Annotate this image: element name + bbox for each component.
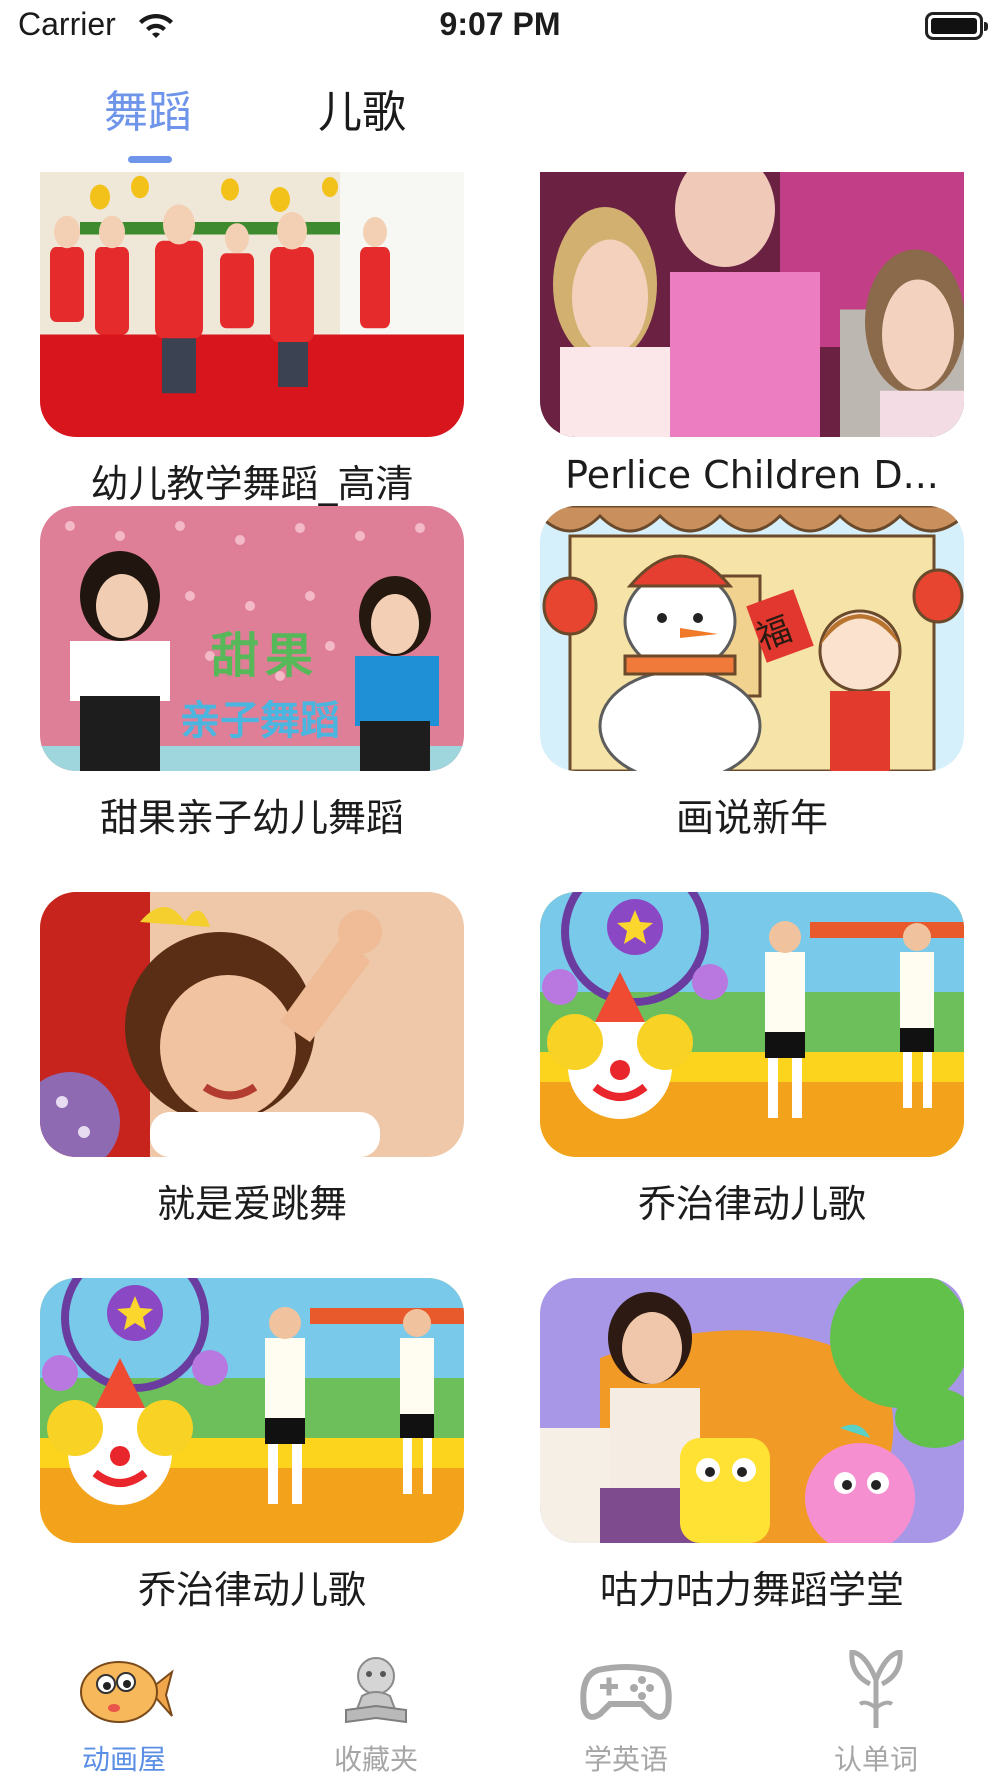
- guli-dance-image: [540, 1278, 964, 1543]
- video-thumbnail[interactable]: [40, 892, 464, 1157]
- video-card[interactable]: 幼儿教学舞蹈_高清: [40, 172, 464, 508]
- thumbnail-overlay-text: 甜果 亲子舞蹈: [180, 616, 340, 746]
- active-tab-indicator: [128, 156, 172, 163]
- tabbar-item-words[interactable]: 认单词: [796, 1649, 956, 1778]
- video-title: 画说新年: [675, 796, 828, 840]
- video-card[interactable]: 福 画说新年: [540, 506, 964, 842]
- tabbar-label: 动画屋: [81, 1743, 166, 1776]
- video-card[interactable]: 乔治律动儿歌: [540, 892, 964, 1228]
- overlay-line-1: 甜果: [210, 628, 319, 684]
- video-card[interactable]: Perlice Children D...: [540, 172, 964, 497]
- video-card[interactable]: 就是爱跳舞: [40, 892, 464, 1228]
- reading-child-icon: [345, 1657, 407, 1724]
- video-title: 就是爱跳舞: [156, 1182, 347, 1226]
- video-thumbnail[interactable]: [40, 172, 464, 437]
- video-thumbnail[interactable]: [40, 1278, 464, 1543]
- snowman-new-year-image: [540, 506, 964, 771]
- ballet-girls-image: [540, 172, 964, 437]
- clown-dance-image: [40, 1278, 464, 1543]
- video-thumbnail[interactable]: [540, 172, 964, 437]
- video-card[interactable]: 乔治律动儿歌: [40, 1278, 464, 1614]
- video-title: 甜果亲子幼儿舞蹈: [99, 796, 404, 840]
- tabbar-item-learn-english[interactable]: 学英语: [546, 1650, 706, 1778]
- clown-dance-image: [540, 892, 964, 1157]
- category-tabs: 舞蹈 儿歌: [0, 76, 1000, 166]
- clock: 9:07 PM: [439, 6, 561, 42]
- video-title: 乔治律动儿歌: [137, 1568, 366, 1612]
- status-bar: Carrier 9:07 PM: [0, 0, 1000, 56]
- video-thumbnail[interactable]: 甜果 亲子舞蹈: [40, 506, 464, 771]
- video-thumbnail[interactable]: [540, 1278, 964, 1543]
- video-title: Perlice Children D...: [565, 453, 939, 497]
- tabbar-label: 学英语: [583, 1743, 668, 1776]
- video-title: 乔治律动儿歌: [637, 1182, 866, 1226]
- tabbar-label: 认单词: [833, 1743, 918, 1776]
- battery-icon: [925, 12, 988, 40]
- video-card[interactable]: 甜果 亲子舞蹈 甜果亲子幼儿舞蹈: [40, 506, 464, 842]
- tabbar-label: 收藏夹: [333, 1743, 418, 1776]
- tabbar-item-favorites[interactable]: 收藏夹: [296, 1650, 456, 1778]
- video-thumbnail[interactable]: 福: [540, 506, 964, 771]
- tab-songs[interactable]: 儿歌: [318, 76, 406, 140]
- video-thumbnail[interactable]: [540, 892, 964, 1157]
- fish-icon: [80, 1661, 174, 1723]
- woman-dancing-image: [40, 892, 464, 1157]
- tab-dance[interactable]: 舞蹈: [104, 76, 192, 140]
- tabbar-item-cartoon-house[interactable]: 动画屋: [44, 1650, 204, 1778]
- video-title: 幼儿教学舞蹈_高清: [90, 462, 414, 506]
- gamepad-icon: [580, 1664, 672, 1720]
- sprout-icon: [849, 1649, 903, 1728]
- bottom-tab-bar: 动画屋 收藏夹 学英语 认单词: [0, 1649, 1000, 1778]
- overlay-line-2: 亲子舞蹈: [180, 698, 340, 744]
- kids-dancing-image: [40, 172, 464, 437]
- video-title: 咕力咕力舞蹈学堂: [599, 1568, 904, 1612]
- video-card[interactable]: 咕力咕力舞蹈学堂: [540, 1278, 964, 1614]
